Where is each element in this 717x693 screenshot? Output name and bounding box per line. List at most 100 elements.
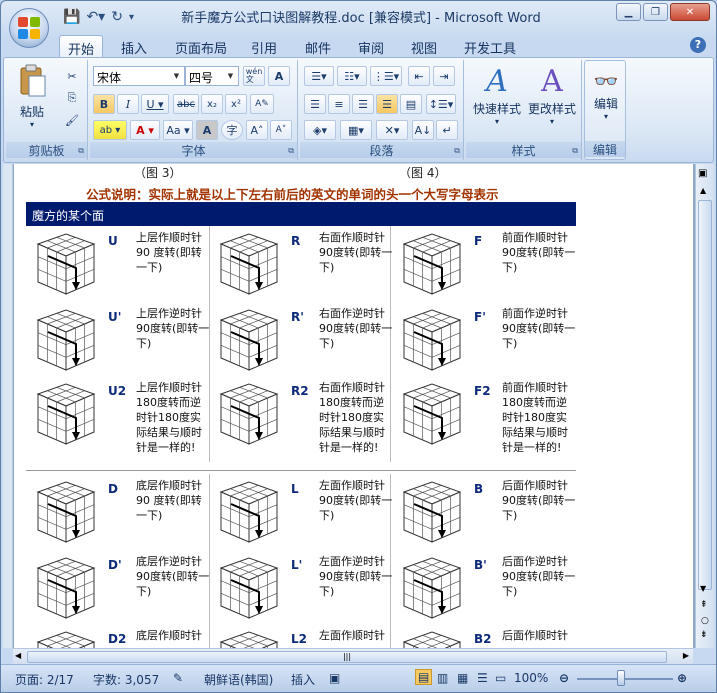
zoom-out-icon[interactable]: ⊖ (559, 671, 569, 685)
font-name-combo[interactable]: 宋体 ▼ (93, 66, 185, 86)
tab-mailings[interactable]: 邮件 (297, 35, 339, 57)
scroll-up-icon[interactable]: ▲ (700, 186, 706, 195)
zoom-slider-thumb[interactable] (617, 670, 625, 686)
quick-styles-button[interactable]: A 快速样式 ▾ (470, 64, 524, 126)
ruler-toggle-icon[interactable]: ▣ (698, 168, 707, 179)
save-icon[interactable]: 💾 (63, 9, 80, 25)
customize-qat-icon[interactable]: ▾ (129, 12, 134, 23)
vertical-scroll-thumb[interactable] (698, 200, 712, 590)
shading-button[interactable]: ◈▾ (304, 120, 336, 140)
numbering-button[interactable]: ☷▾ (337, 66, 367, 86)
line-spacing-button[interactable]: ↕☰▾ (426, 94, 456, 114)
underline-button[interactable]: U ▾ (141, 94, 169, 114)
move-description: 上层作顺时针180度转而逆时针180度实际结果与顺时针是一样的! (136, 381, 202, 454)
document-page[interactable]: （图 3） （图 4） 公式说明：实际上就是以上下左右前后的英文的单词的头一个大… (14, 164, 693, 648)
page-indicator[interactable]: 页面: 2/17 (15, 671, 74, 688)
grow-font-button[interactable]: A˄ (246, 120, 268, 140)
tab-references[interactable]: 引用 (243, 35, 285, 57)
align-right-button[interactable]: ☰ (352, 94, 374, 114)
paragraph-launcher-icon[interactable]: ⧉ (454, 146, 460, 156)
cube-diagram-icon (219, 481, 279, 543)
outline-view-icon[interactable]: ☰ (477, 671, 488, 685)
distributed-button[interactable]: ▤ (400, 94, 422, 114)
redo-icon[interactable]: ↻ (111, 9, 123, 25)
close-button[interactable]: ✕ (670, 3, 710, 21)
character-shading-button[interactable]: A (196, 120, 218, 140)
move-cell: D2 底层作顺时针 (26, 624, 206, 648)
center-button[interactable]: ≡ (328, 94, 350, 114)
decrease-indent-button[interactable]: ⇤ (408, 66, 430, 86)
multilevel-list-button[interactable]: ⋮☰▾ (370, 66, 402, 86)
font-launcher-icon[interactable]: ⧉ (288, 146, 294, 156)
scroll-down-icon[interactable]: ▼ (700, 584, 706, 593)
highlight-button[interactable]: ab ▾ (93, 120, 127, 140)
web-layout-view-icon[interactable]: ▦ (457, 671, 468, 685)
show-hide-marks-button[interactable]: ↵ (436, 120, 458, 140)
move-code: U' (108, 310, 122, 324)
restore-button[interactable]: ❐ (643, 3, 668, 21)
format-painter-icon[interactable]: 🖌 (62, 110, 82, 130)
editing-button[interactable]: 👓 编辑 ▾ (587, 67, 625, 121)
clipboard-launcher-icon[interactable]: ⧉ (78, 146, 84, 156)
previous-page-icon[interactable]: ⇞ (700, 600, 708, 610)
zoom-level[interactable]: 100% (514, 671, 548, 685)
character-border-button[interactable]: A (268, 66, 290, 86)
subscript-button[interactable]: x₂ (201, 94, 223, 114)
zoom-in-icon[interactable]: ⊕ (677, 671, 687, 685)
minimize-button[interactable]: ▁ (616, 3, 641, 21)
change-styles-button[interactable]: A 更改样式 ▾ (524, 64, 580, 126)
undo-icon[interactable]: ↶▾ (86, 9, 105, 25)
office-button[interactable] (9, 8, 49, 48)
paste-button[interactable]: 粘贴 ▾ (12, 64, 52, 129)
bold-button[interactable]: B (93, 94, 115, 114)
vertical-scrollbar[interactable]: ▣ ▲ ▼ ⇞ ○ ⇟ (695, 164, 714, 648)
increase-indent-button[interactable]: ⇥ (433, 66, 455, 86)
font-size-combo[interactable]: 四号 ▼ (185, 66, 239, 86)
copy-icon[interactable]: ⎘ (62, 88, 82, 108)
sort-button[interactable]: A↓ (412, 120, 434, 140)
word-count[interactable]: 字数: 3,057 (93, 671, 159, 688)
macro-record-icon[interactable]: ▣ (329, 671, 340, 685)
italic-button[interactable]: I (117, 94, 139, 114)
enclose-characters-button[interactable]: 字 (221, 120, 243, 140)
print-layout-view-icon[interactable]: ▤ (415, 669, 433, 685)
scroll-left-icon[interactable]: ◀ (15, 651, 21, 660)
next-page-icon[interactable]: ⇟ (700, 630, 708, 640)
tab-review[interactable]: 审阅 (350, 35, 392, 57)
cut-icon[interactable]: ✂ (62, 66, 82, 86)
scroll-right-icon[interactable]: ▶ (683, 651, 689, 660)
tab-insert[interactable]: 插入 (113, 35, 155, 57)
language-indicator[interactable]: 朝鲜语(韩国) (204, 671, 273, 688)
font-size-value: 四号 (189, 71, 214, 85)
tab-home[interactable]: 开始 (59, 35, 104, 58)
align-left-button[interactable]: ☰ (304, 94, 326, 114)
change-case-button[interactable]: Aa ▾ (163, 120, 193, 140)
horizontal-scrollbar[interactable]: ◀ ||| ▶ (13, 648, 693, 665)
tab-view[interactable]: 视图 (403, 35, 445, 57)
tab-developer[interactable]: 开发工具 (456, 35, 524, 57)
move-code: R' (291, 310, 304, 324)
styles-group: A 快速样式 ▾ A 更改样式 ▾ 样式 ⧉ (466, 60, 582, 160)
justify-button[interactable]: ☰ (376, 94, 398, 114)
superscript-button[interactable]: x² (225, 94, 247, 114)
borders-button[interactable]: ▦▾ (340, 120, 372, 140)
insert-mode-indicator[interactable]: 插入 (291, 671, 315, 688)
chinese-layout-button[interactable]: ✕▾ (376, 120, 408, 140)
help-icon[interactable]: ? (690, 37, 706, 53)
styles-launcher-icon[interactable]: ⧉ (572, 146, 578, 156)
proofing-icon[interactable]: ✎ (173, 671, 183, 685)
bullets-button[interactable]: ☰▾ (304, 66, 334, 86)
strikethrough-button[interactable]: abc (173, 94, 199, 114)
phonetic-guide-button[interactable]: wén 文 (243, 66, 265, 86)
full-screen-reading-view-icon[interactable]: ▥ (437, 671, 448, 685)
shrink-font-button[interactable]: A˅ (270, 120, 292, 140)
move-cell: B' 后面作逆时针90度转(即转一下) (392, 550, 575, 625)
horizontal-scroll-thumb[interactable]: ||| (27, 651, 667, 663)
font-color-button[interactable]: A ▾ (130, 120, 160, 140)
browse-object-icon[interactable]: ○ (701, 616, 709, 626)
clear-formatting-button[interactable]: A✎ (250, 94, 274, 114)
zoom-slider[interactable] (577, 678, 673, 680)
tab-page-layout[interactable]: 页面布局 (167, 35, 235, 57)
clipboard-group: 粘贴 ▾ ✂ ⎘ 🖌 剪贴板 ⧉ (6, 60, 88, 160)
draft-view-icon[interactable]: ▭ (495, 671, 506, 685)
